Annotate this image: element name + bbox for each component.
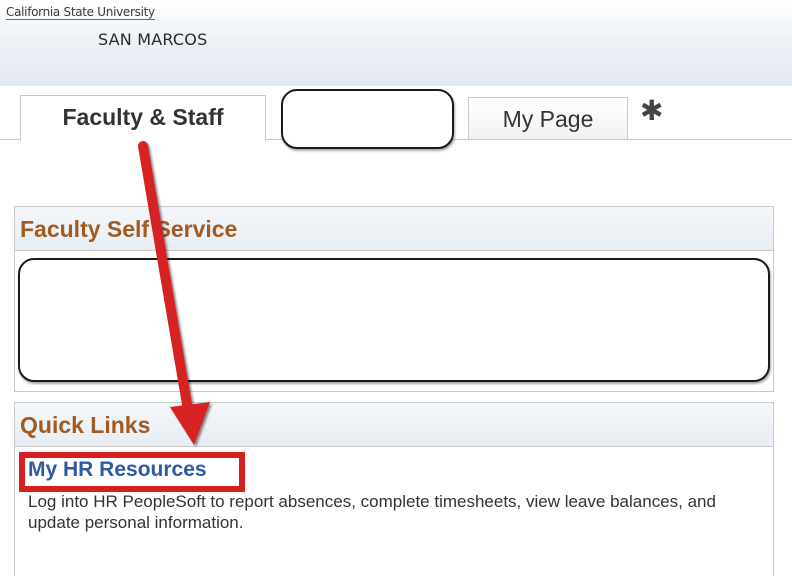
tab-redacted[interactable]: [281, 89, 454, 149]
tab-faculty-staff[interactable]: Faculty & Staff: [20, 95, 266, 141]
faculty-self-service-redacted-content: [18, 258, 770, 382]
my-hr-resources-link[interactable]: My HR Resources: [28, 458, 207, 482]
university-logo-line1: California State University: [6, 5, 155, 20]
quick-links-panel: Quick Links: [14, 402, 774, 576]
faculty-self-service-title: Faculty Self Service: [15, 207, 773, 251]
gear-icon[interactable]: ✱: [640, 96, 663, 126]
university-logo-line2: SAN MARCOS: [98, 30, 208, 49]
my-hr-resources-description: Log into HR PeopleSoft to report absence…: [28, 492, 716, 532]
tab-my-page[interactable]: My Page: [468, 97, 628, 139]
quick-links-title: Quick Links: [15, 403, 773, 447]
